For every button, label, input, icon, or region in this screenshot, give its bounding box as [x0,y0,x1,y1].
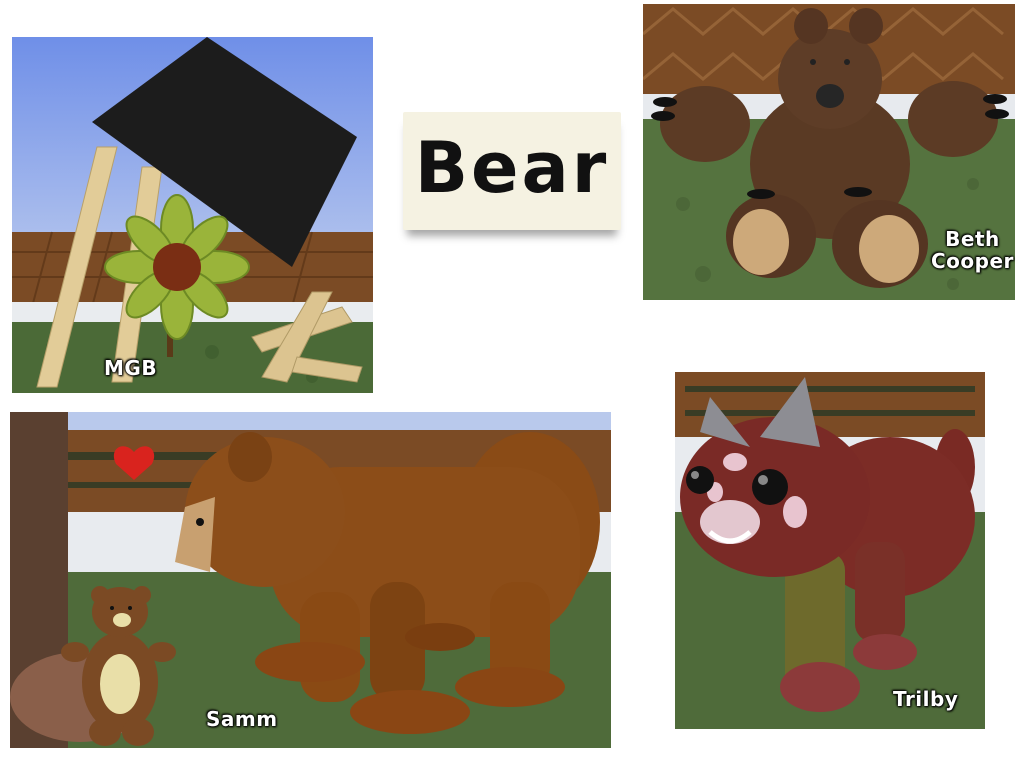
caption-mgb: MGB [104,356,158,380]
caption-trilby: Trilby [893,687,959,711]
mgb-scene [12,37,373,393]
page-title: Bear [414,127,610,209]
caption-beth-cooper: Beth Cooper [931,228,1014,272]
caption-beth-line1: Beth [945,227,1000,251]
caption-samm: Samm [206,707,278,731]
panel-trilby: Trilby [675,372,985,729]
panel-mgb: MGB [12,37,373,393]
trilby-scene [675,372,985,729]
panel-samm: Samm [10,412,611,748]
title-card: Bear [403,112,621,230]
panel-beth-cooper: Beth Cooper [643,4,1015,300]
sunflower-center [153,243,201,291]
caption-beth-line2: Cooper [931,249,1014,273]
samm-scene [10,412,611,748]
